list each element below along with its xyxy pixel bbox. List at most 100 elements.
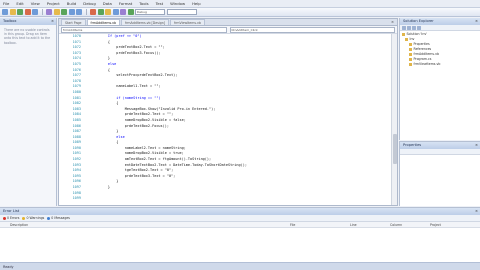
menu-item-debug[interactable]: Debug: [83, 1, 96, 6]
info-icon: [47, 216, 51, 220]
error-filter-label: 0 Warnings: [26, 216, 45, 220]
close-tab-icon[interactable]: ×: [391, 20, 394, 24]
editor-tab-strip: Start Page frmAddItems.vb frmAddItems.vb […: [59, 19, 397, 26]
toolbar-button-icon[interactable]: [127, 9, 134, 15]
code-editor: Start Page frmAddItems.vb frmAddItems.vb […: [58, 18, 398, 206]
close-icon[interactable]: ×: [475, 18, 478, 25]
toolbar-button-icon[interactable]: [90, 9, 96, 15]
scrollbar-thumb[interactable]: [393, 134, 397, 164]
toolbar-button-icon[interactable]: [17, 9, 23, 15]
menu-bar: File Edit View Project Build Debug Data Format T…: [0, 0, 480, 8]
menu-item-project[interactable]: Project: [47, 1, 60, 6]
menu-item-edit[interactable]: Edit: [16, 1, 23, 6]
properties-toolbar: [400, 149, 480, 155]
find-input[interactable]: [166, 9, 197, 15]
fold-margin: [85, 196, 91, 202]
toolbar-button-icon[interactable]: [46, 9, 52, 15]
error-list-column-header[interactable]: File: [290, 222, 295, 228]
menu-item-build[interactable]: Build: [67, 1, 77, 6]
show-all-files-icon[interactable]: [407, 25, 411, 30]
file-icon: [409, 43, 412, 46]
toolbar-separator: [41, 9, 43, 15]
line-number: 1099: [72, 196, 81, 201]
error-list-title: Error List: [3, 209, 20, 213]
menu-item-test[interactable]: Test: [156, 1, 163, 6]
error-filter-button[interactable]: 0 Errors: [3, 216, 19, 220]
editor-tab[interactable]: frmViewItems.vb: [170, 19, 205, 25]
error-list-filters: 0 Errors 0 Warnings 0 Messages: [0, 215, 480, 222]
member-dropdown[interactable]: btnAddItem_Click: [229, 27, 395, 33]
file-icon: [409, 63, 412, 66]
error-list-header: Description File Line Column Project: [0, 222, 480, 228]
toolbar-button-icon[interactable]: [76, 9, 82, 15]
code-text: }: [91, 185, 110, 190]
warning-icon: [22, 216, 26, 220]
file-icon: [409, 53, 412, 56]
code-text: selectProcprdeTextBox2.Text);: [91, 73, 178, 78]
toolbar-button-icon[interactable]: [9, 9, 16, 15]
error-list-title-bar: Error List ×: [0, 208, 480, 215]
solution-explorer-title-bar: Solution Explorer ×: [400, 18, 480, 25]
editor-tab[interactable]: Start Page: [61, 19, 86, 25]
project-icon: [405, 38, 408, 41]
file-icon: [409, 58, 412, 61]
toolbox-title: Toolbox: [3, 19, 17, 23]
refresh-icon[interactable]: [412, 25, 416, 30]
menu-item-window[interactable]: Window: [170, 1, 185, 6]
class-dropdown[interactable]: frmAddItems: [61, 27, 227, 33]
menu-item-tools[interactable]: Tools: [139, 1, 148, 6]
toolbar-button-icon[interactable]: [97, 9, 104, 15]
error-filter-label: 0 Errors: [7, 216, 20, 220]
menu-item-file[interactable]: File: [3, 1, 9, 6]
editor-tab[interactable]: frmAddItems.vb: [86, 19, 121, 25]
properties-button-icon[interactable]: [402, 25, 406, 30]
file-icon: [409, 48, 412, 51]
editor-vertical-scrollbar[interactable]: [391, 34, 397, 205]
editor-navigation-bar: frmAddItems btnAddItem_Click: [59, 26, 397, 34]
toolbar-button-icon[interactable]: [24, 9, 31, 15]
solution-explorer-title: Solution Explorer: [403, 19, 434, 23]
error-icon: [3, 216, 6, 220]
toolbar-button-icon[interactable]: [68, 9, 75, 15]
toolbar-button-icon[interactable]: [53, 9, 60, 15]
toolbox-pane: Toolbox × There are no usable controls i…: [0, 18, 57, 206]
status-bar: Ready: [0, 262, 480, 270]
toolbar-button-icon[interactable]: [2, 9, 8, 15]
toolbar-button-icon[interactable]: [105, 9, 111, 15]
menu-item-view[interactable]: View: [31, 1, 40, 6]
error-list-pane: Error List × 0 Errors 0 Warnings 0 Message…: [0, 207, 480, 262]
main-toolbar: Debug: [0, 8, 480, 17]
close-icon[interactable]: ×: [51, 18, 54, 25]
toolbox-title-bar: Toolbox ×: [0, 18, 56, 25]
code-text: nameLabel1.Text = "";: [91, 84, 161, 89]
close-icon[interactable]: ×: [475, 142, 478, 149]
toolbox-empty-message: There are no usable controls in this gro…: [4, 28, 51, 45]
menu-item-data[interactable]: Data: [103, 1, 112, 6]
menu-item-help[interactable]: Help: [192, 1, 201, 6]
view-code-icon[interactable]: [417, 25, 421, 30]
properties-title: Properties: [403, 143, 422, 147]
solution-explorer-pane: Solution Explorer × Solution 'Inv' Inv Pro…: [399, 18, 480, 140]
solution-configuration-dropdown[interactable]: Debug: [135, 9, 165, 15]
toolbar-separator: [85, 9, 87, 15]
project-icon: [402, 33, 405, 36]
solution-tree-item[interactable]: frmViewItems.vb: [402, 62, 478, 67]
toolbar-button-icon[interactable]: [112, 9, 119, 15]
error-filter-button[interactable]: 0 Messages: [47, 216, 70, 220]
error-list-column-header[interactable]: Project: [430, 222, 441, 228]
toolbar-button-icon[interactable]: [120, 9, 126, 15]
close-icon[interactable]: ×: [475, 208, 478, 215]
toolbar-button-icon[interactable]: [32, 9, 38, 15]
solution-tree-item-label: frmViewItems.vb: [413, 62, 441, 66]
error-list-column-header[interactable]: Column: [390, 222, 402, 228]
code-line: 1099: [59, 196, 391, 202]
menu-item-format[interactable]: Format: [119, 1, 132, 6]
solution-tree: Solution 'Inv' Inv Properties References frm…: [400, 31, 480, 68]
editor-tab[interactable]: frmAddItems.vb [Design]: [121, 19, 170, 25]
error-list-column-header[interactable]: Description: [10, 222, 28, 228]
error-filter-button[interactable]: 0 Warnings: [22, 216, 44, 220]
error-list-column-header[interactable]: Line: [350, 222, 357, 228]
toolbar-button-icon[interactable]: [61, 9, 67, 15]
properties-pane: Properties ×: [399, 141, 480, 206]
code-text-area[interactable]: 1070 If (pref <> "0") 1071 {1072 prdeText…: [59, 34, 391, 205]
